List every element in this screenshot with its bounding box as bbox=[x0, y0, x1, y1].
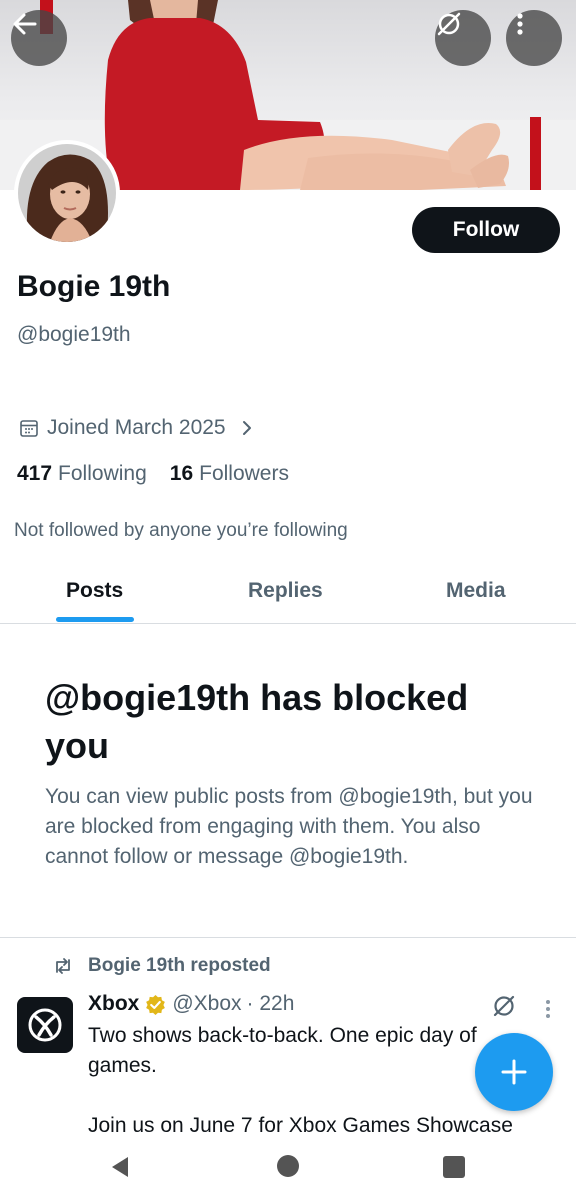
repost-icon bbox=[56, 958, 70, 974]
following-count: 417 bbox=[17, 462, 53, 485]
tab-posts[interactable]: Posts bbox=[66, 579, 123, 603]
nav-recents-icon[interactable] bbox=[443, 1156, 465, 1178]
tweet-header: Xbox @Xbox · 22h bbox=[88, 992, 294, 1016]
calendar-icon bbox=[20, 420, 38, 437]
tweet-author-handle[interactable]: @Xbox bbox=[172, 992, 241, 1016]
profile-avatar[interactable] bbox=[14, 140, 120, 246]
verified-badge-icon bbox=[146, 994, 166, 1015]
xbox-avatar[interactable] bbox=[17, 997, 73, 1053]
xbox-logo-icon bbox=[28, 1008, 62, 1042]
profile-handle: @bogie19th bbox=[17, 323, 131, 346]
followers-count: 16 bbox=[169, 462, 194, 485]
chevron-right-icon bbox=[242, 421, 251, 435]
tweet-time: · 22h bbox=[246, 992, 295, 1015]
tweet-more-icon[interactable] bbox=[538, 998, 558, 1020]
followers-link[interactable]: 16 Followers bbox=[170, 462, 289, 486]
divider bbox=[0, 937, 576, 938]
arrow-left-icon bbox=[13, 13, 37, 35]
follow-button[interactable]: Follow bbox=[412, 207, 560, 253]
repost-indicator[interactable]: Bogie 19th reposted bbox=[52, 955, 271, 977]
followers-label: Followers bbox=[199, 462, 289, 485]
tweet-grok-icon[interactable] bbox=[491, 993, 517, 1019]
profile-display-name: Bogie 19th bbox=[17, 270, 171, 303]
back-button[interactable] bbox=[11, 10, 67, 66]
nav-back-icon[interactable] bbox=[108, 1155, 132, 1179]
tab-replies[interactable]: Replies bbox=[248, 579, 323, 603]
plus-icon bbox=[501, 1059, 527, 1085]
grok-button[interactable] bbox=[435, 10, 491, 66]
system-nav-bar bbox=[0, 1135, 576, 1200]
tab-media[interactable]: Media bbox=[446, 579, 506, 603]
joined-date-text: Joined March 2025 bbox=[47, 416, 226, 439]
blocked-description: You can view public posts from @bogie19t… bbox=[45, 785, 533, 868]
profile-tabs: Posts Replies Media bbox=[0, 560, 576, 624]
repost-label: Bogie 19th reposted bbox=[88, 955, 271, 976]
following-label: Following bbox=[58, 462, 147, 485]
blocked-title: @bogie19th has blocked you bbox=[45, 677, 469, 766]
avatar-image bbox=[18, 144, 116, 242]
active-tab-indicator bbox=[56, 617, 134, 622]
compose-button[interactable] bbox=[475, 1033, 553, 1111]
more-options-button[interactable] bbox=[506, 10, 562, 66]
nav-home-icon[interactable] bbox=[277, 1155, 299, 1177]
not-followed-note: Not followed by anyone you’re following bbox=[14, 520, 348, 541]
joined-date-row[interactable]: Joined March 2025 bbox=[19, 416, 254, 440]
more-vertical-icon bbox=[517, 13, 523, 35]
grok-icon bbox=[437, 12, 461, 36]
following-link[interactable]: 417 Following bbox=[17, 462, 147, 486]
follow-counts: 417 Following 16 Followers bbox=[17, 462, 289, 486]
tweet-author-name[interactable]: Xbox bbox=[88, 992, 139, 1016]
